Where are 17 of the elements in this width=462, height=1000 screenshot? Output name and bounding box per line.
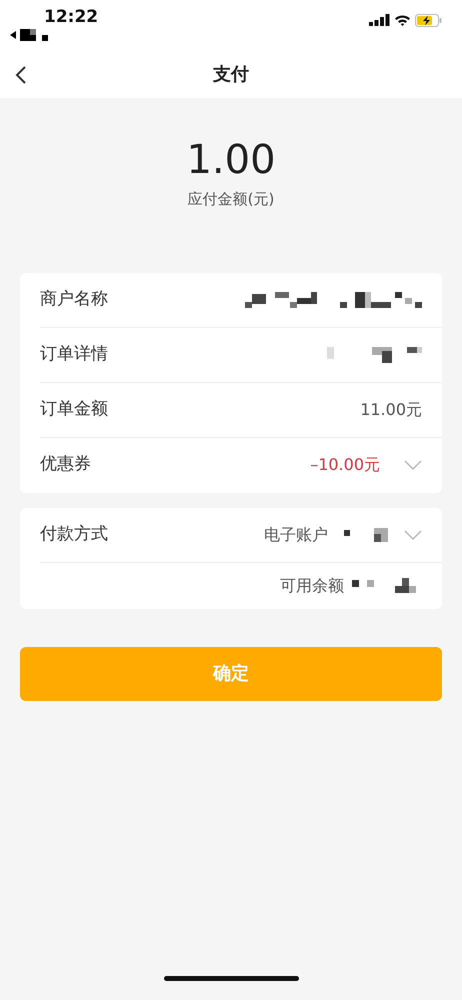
- balance-label: 可用余额: [280, 574, 344, 596]
- row-label: 订单金额: [40, 398, 108, 421]
- signal-icon: [369, 14, 390, 26]
- row-label: 付款方式: [40, 522, 108, 546]
- row-label: 优惠券: [40, 453, 91, 476]
- row-value[interactable]: 电子账户: [264, 522, 328, 546]
- payment-amount: 1.00: [186, 140, 276, 180]
- row-label: 订单详情: [40, 342, 108, 366]
- row-value: 11.00元: [360, 398, 422, 420]
- back-to-app-icon[interactable]: [10, 30, 16, 39]
- row-label: 商户名称: [40, 288, 108, 311]
- status-time: 12:22: [44, 8, 98, 27]
- amount-caption: 应付金额(元): [188, 189, 274, 210]
- battery-charging-icon: [415, 14, 442, 26]
- page-title: 支付: [213, 62, 249, 86]
- row-value: –10.00元: [310, 454, 380, 476]
- wifi-icon: [394, 14, 411, 26]
